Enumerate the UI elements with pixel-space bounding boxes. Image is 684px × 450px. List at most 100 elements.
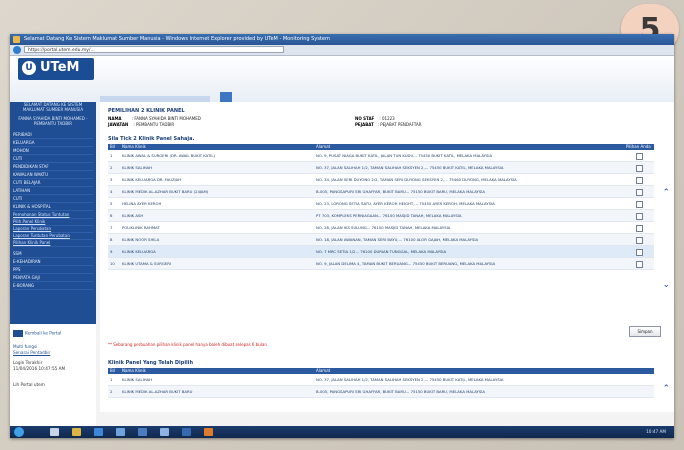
sidebar: SELAMAT DATANG KE SISTEM MAKLUMAT SUMBER…: [10, 102, 96, 438]
table-row: 2 KLINIK SALIHAH NO. 37, JALAN SALIHAH 1/2…: [108, 162, 654, 174]
multi-function-label: Multi fungsi: [13, 344, 38, 349]
sidebar-item[interactable]: SSM: [13, 251, 93, 258]
staff-no-row: NO STAF : 01223: [355, 116, 395, 121]
cell-addr: NO. 18, JALAN AWANAN, TAMAN SERI BAYU,..…: [316, 237, 479, 242]
select-checkbox[interactable]: [636, 213, 643, 220]
cell-no: 4: [110, 189, 113, 194]
cell-no: 2: [110, 165, 113, 170]
cell-name: KLINIK KELUARGA DR. FAUZIAH: [122, 177, 182, 182]
start-button[interactable]: [14, 427, 24, 437]
cell-addr: NO. 9, PUSAT NIAGA BUKIT KATIL, JALAN TU…: [316, 153, 493, 158]
select-checkbox[interactable]: [636, 225, 643, 232]
taskbar-app-icon[interactable]: [138, 428, 147, 436]
cell-addr: NO. 7 MRC SETIA 1/2... 76100 DURIAN TUNG…: [316, 249, 447, 254]
sidebar-link[interactable]: Pilihan Klinik Panel: [13, 240, 93, 247]
sidebar-item[interactable]: KELUARGA: [13, 140, 93, 147]
taskbar-app-icon[interactable]: [72, 428, 81, 436]
sidebar-item[interactable]: PERIBADI: [13, 132, 93, 139]
logo-mark: U: [22, 61, 36, 75]
cell-no: 2: [110, 389, 113, 394]
sidebar-item[interactable]: KAWALAN WAKTU: [13, 172, 93, 179]
select-checkbox[interactable]: [636, 153, 643, 160]
scroll-up-icon-2[interactable]: ⌃: [662, 384, 670, 394]
cell-no: 1: [110, 153, 113, 158]
window-title: Selamat Datang Ke Sistem Maklumat Sumber…: [24, 36, 330, 42]
scroll-down-icon[interactable]: ⌄: [662, 280, 670, 290]
select-checkbox[interactable]: [636, 261, 643, 268]
sidebar-item[interactable]: PENDIDIKAN STAF: [13, 164, 93, 171]
save-button[interactable]: Simpan: [629, 326, 661, 337]
table-row: 5 HELINA AYER KEROH NO. 23, LORONG SETIA S…: [108, 198, 654, 210]
cell-no: 9: [110, 249, 113, 254]
cell-no: 3: [110, 177, 113, 182]
table-row: 4 KLINIK MEDIK AL-AZHAR BUKIT BARU (24JAM…: [108, 186, 654, 198]
taskbar-clock: 10:47 AM: [646, 429, 666, 434]
table-row: 1 KLINIK AWAL & SURGERI (DR. AWAL BUKIT K…: [108, 150, 654, 162]
cell-name: KLINIK NOOR SHILA: [122, 237, 160, 242]
taskbar-app-icon[interactable]: [182, 428, 191, 436]
cell-addr: NO. 9, JALAN DELIMA 4, TAMAN BUKIT BERUA…: [316, 261, 496, 266]
selected-table: Bil Nama Klinik Alamat 1 KLINIK SALIHAH NO…: [108, 368, 654, 398]
back-to-portal-link[interactable]: Kembali ke Portal: [13, 330, 61, 337]
sidebar-item[interactable]: E-BORANG: [13, 283, 93, 290]
sidebar-item[interactable]: MOHON: [13, 148, 93, 155]
sidebar-link[interactable]: Pemohonan Status Tuntutan: [13, 212, 93, 219]
cell-addr: NO. 34, JALAN SERI DUYONG 2/2, TAMAN SER…: [316, 177, 517, 182]
cell-name: KLINIK AWAL & SURGERI (DR. AWAL BUKIT KA…: [122, 153, 215, 158]
cell-name: KLINIK MEDIK AL-AZHAR BUKIT BARU: [122, 389, 193, 394]
browser-icon: [13, 46, 21, 54]
section-selected-title: Klinik Panel Yang Telah Dipilih: [108, 360, 194, 366]
table-row: 8 KLINIK NOOR SHILA NO. 18, JALAN AWANAN, …: [108, 234, 654, 246]
sidebar-link[interactable]: Laporan Perubatan: [13, 226, 93, 233]
taskbar-app-icon[interactable]: [94, 428, 103, 436]
cell-no: 8: [110, 237, 113, 242]
sidebar-item[interactable]: CUTI: [13, 156, 93, 163]
cell-addr: NO. 37, JALAN SALIHAH 1/2, TAMAN SALIHAH…: [316, 377, 504, 382]
cell-name: KLINIK SALIHAH: [122, 377, 153, 382]
name-row: NAMA : FANNA SYAHIDA BINTI MOHAMED: [108, 116, 201, 121]
admin-list-link[interactable]: Senarai Pentadbir: [13, 350, 50, 355]
sidebar-link[interactable]: Pilih Panel Klinik: [13, 219, 93, 226]
cell-no: 7: [110, 225, 113, 230]
url-input[interactable]: https://portal.utem.edu.my/...: [24, 46, 284, 53]
table-row: 9 KLINIK KELUARGA NO. 7 MRC SETIA 1/2... 7…: [108, 246, 654, 258]
ie-icon: [13, 36, 20, 43]
select-checkbox[interactable]: [636, 189, 643, 196]
cell-no: 5: [110, 201, 113, 206]
select-checkbox[interactable]: [636, 165, 643, 172]
position-row: JAWATAN : PEMBANTU TADBIR: [108, 122, 175, 127]
window-titlebar: Selamat Datang Ke Sistem Maklumat Sumber…: [10, 34, 674, 45]
taskbar-app-icon[interactable]: [160, 428, 169, 436]
cell-name: KLINIK MEDIK AL-AZHAR BUKIT BARU (24JAM): [122, 189, 209, 194]
taskbar-app-icon[interactable]: [204, 428, 213, 436]
logo-text: UTeM: [40, 60, 80, 75]
browser-screen: Selamat Datang Ke Sistem Maklumat Sumber…: [10, 34, 674, 438]
select-checkbox[interactable]: [636, 237, 643, 244]
select-checkbox[interactable]: [636, 201, 643, 208]
sidebar-item[interactable]: CUTI: [13, 196, 93, 203]
cell-name: KLINIK KELUARGA: [122, 249, 156, 254]
cell-addr: NO. 23, LORONG SETIA SATU, AYER KEROH HE…: [316, 201, 495, 206]
cell-addr: NO. 37, JALAN SALIHAH 1/2, TAMAN SALIHAH…: [316, 165, 504, 170]
sidebar-item[interactable]: LATIHAN: [13, 188, 93, 195]
portal-footer-text: Lih Portal utem: [13, 382, 45, 387]
sidebar-link[interactable]: Laporan Tuntutan Perubatan: [13, 233, 93, 240]
change-notice: ** Sebarang perbuahan pilihan klinik pan…: [108, 342, 267, 347]
sidebar-item[interactable]: KLINIK & HOSPITAL: [13, 204, 93, 211]
sidebar-item[interactable]: E-KEHADIRAN: [13, 259, 93, 266]
sidebar-item[interactable]: PENYATA GAJI: [13, 275, 93, 282]
table-row: 2 KLINIK MEDIK AL-AZHAR BUKIT BARU B-005, …: [108, 386, 654, 398]
scroll-up-icon[interactable]: ⌃: [662, 188, 670, 198]
sidebar-item[interactable]: CUTI BELAJAR: [13, 180, 93, 187]
taskbar-app-icon[interactable]: [116, 428, 125, 436]
table-row: 6 KLINIK ASH PT 703, KOMPLEKS PERNIAGAAN..…: [108, 210, 654, 222]
select-checkbox[interactable]: [636, 249, 643, 256]
select-checkbox[interactable]: [636, 177, 643, 184]
address-bar: https://portal.utem.edu.my/...: [10, 45, 674, 56]
portal-icon: [13, 330, 23, 337]
sidebar-item[interactable]: PPS: [13, 267, 93, 274]
cell-addr: B-005, PANGSAPURI SRI GHAFFAR, BUKIT BAR…: [316, 389, 485, 394]
last-login-label: Login Terakhir: [13, 360, 43, 365]
taskbar-app-icon[interactable]: [50, 428, 59, 436]
sidebar-bottom-panel: Kembali ke Portal Multi fungsi Senarai P…: [10, 324, 96, 438]
